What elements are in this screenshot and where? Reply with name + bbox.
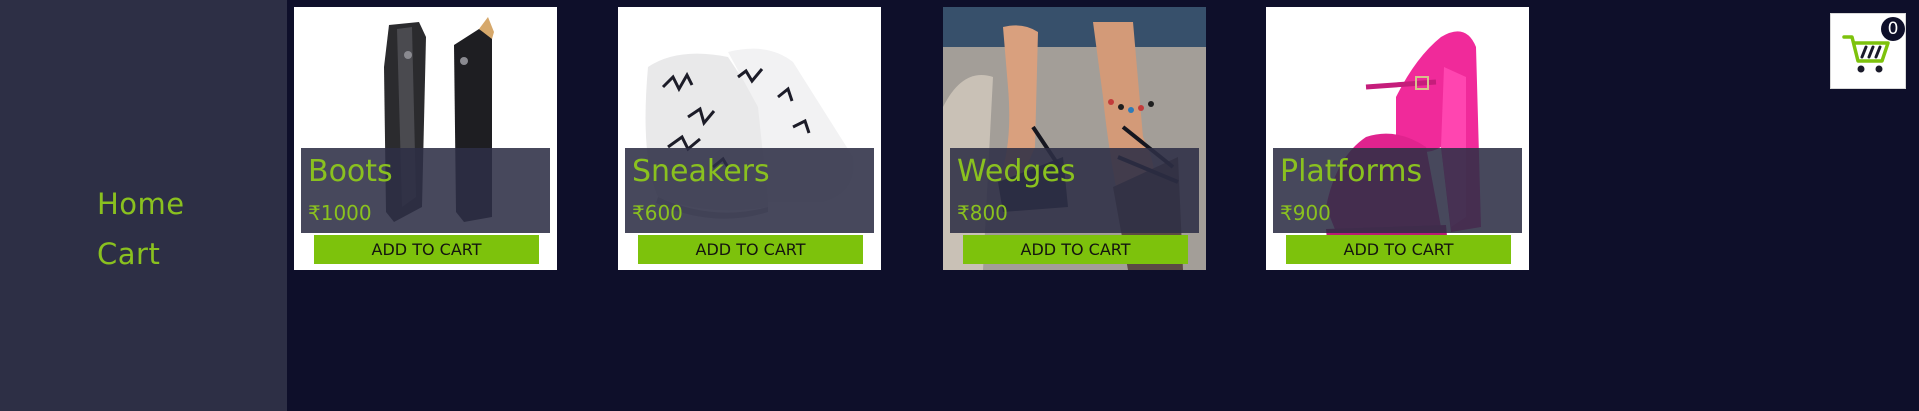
product-price: ₹800 [957,201,1008,225]
product-price: ₹600 [632,201,683,225]
nav-home-link[interactable]: Home [97,186,185,222]
product-name: Boots [308,154,393,189]
product-card-boots: Boots ₹1000 ADD TO CART [294,7,557,270]
product-info-overlay: Boots ₹1000 [301,148,550,233]
add-to-cart-button[interactable]: ADD TO CART [314,235,539,264]
sidebar: Home Cart [0,0,287,411]
product-name: Wedges [957,154,1076,189]
product-info-overlay: Wedges ₹800 [950,148,1199,233]
product-card-wedges: Wedges ₹800 ADD TO CART [943,7,1206,270]
add-to-cart-button[interactable]: ADD TO CART [638,235,863,264]
add-to-cart-button[interactable]: ADD TO CART [963,235,1188,264]
cart-count-badge: 0 [1881,17,1905,41]
product-price: ₹900 [1280,201,1331,225]
sidebar-nav: Home Cart [97,186,185,272]
product-card-platforms: Platforms ₹900 ADD TO CART [1266,7,1529,270]
add-to-cart-button[interactable]: ADD TO CART [1286,235,1511,264]
product-name: Platforms [1280,154,1423,189]
nav-cart-link[interactable]: Cart [97,236,185,272]
product-name: Sneakers [632,154,770,189]
product-price: ₹1000 [308,201,372,225]
product-info-overlay: Sneakers ₹600 [625,148,874,233]
product-card-sneakers: Sneakers ₹600 ADD TO CART [618,7,881,270]
product-info-overlay: Platforms ₹900 [1273,148,1522,233]
cart-button[interactable]: 0 [1830,13,1906,89]
